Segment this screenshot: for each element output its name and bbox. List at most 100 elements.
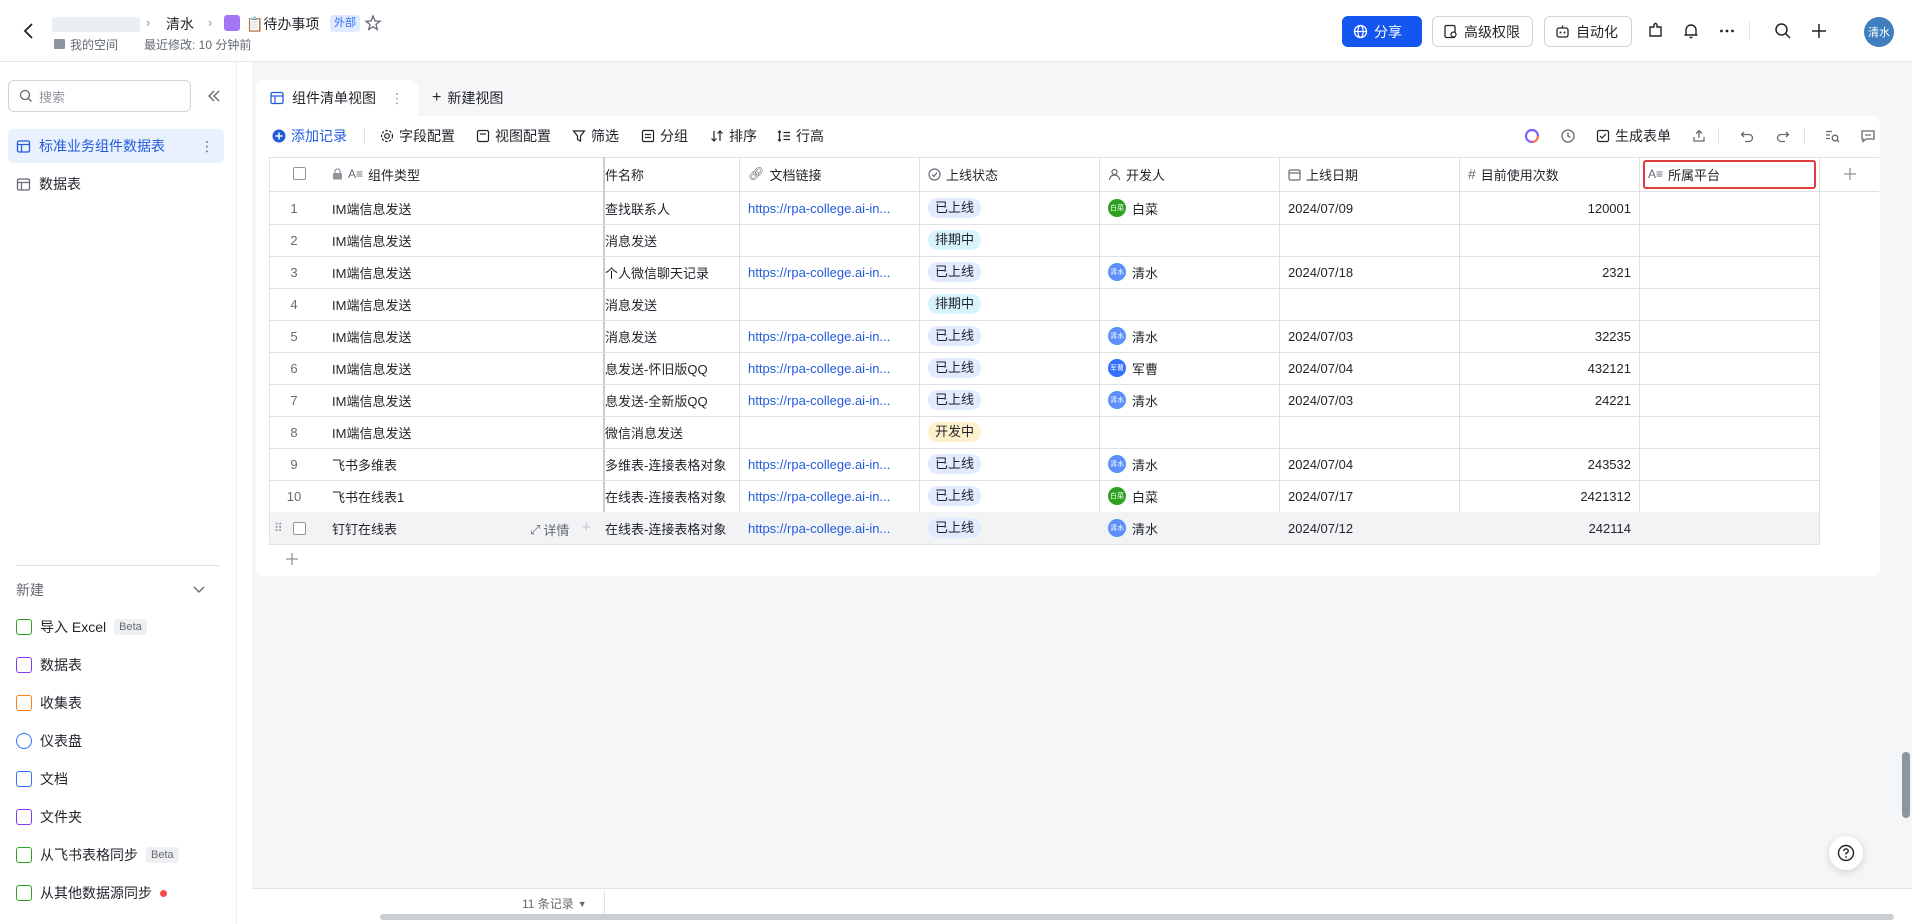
automation-button[interactable]: 自动化 <box>1544 16 1632 47</box>
cell-usage[interactable] <box>1460 288 1639 320</box>
star-icon[interactable] <box>364 14 382 32</box>
cell-type[interactable]: IM端信息发送 <box>324 352 524 384</box>
group-button[interactable]: 分组 <box>641 126 688 146</box>
sidebar-search-input[interactable]: 搜索 <box>8 80 191 112</box>
cell-developer[interactable]: 清水 清水 <box>1100 384 1279 416</box>
advanced-permission-button[interactable]: 高级权限 <box>1432 16 1533 47</box>
column-header-status[interactable]: 上线状态 <box>920 157 1099 191</box>
field-config-button[interactable]: 字段配置 <box>380 126 455 146</box>
cell-date[interactable] <box>1280 416 1459 448</box>
cell-status[interactable]: 已上线 <box>920 512 1099 544</box>
cell-status[interactable]: 已上线 <box>920 480 1099 512</box>
undo-icon[interactable] <box>1737 126 1757 146</box>
column-header-type[interactable]: A≡ 组件类型 <box>324 157 602 191</box>
plus-icon[interactable] <box>1808 20 1830 42</box>
cell-platform[interactable] <box>1640 384 1819 416</box>
search-records-icon[interactable] <box>1822 126 1842 146</box>
cell-name[interactable]: 在线表-连接表格对象 <box>605 480 739 512</box>
cell-link[interactable]: https://rpa-college.ai-in... <box>740 448 919 480</box>
cell-status[interactable]: 已上线 <box>920 192 1099 224</box>
column-header-developer[interactable]: 开发人 <box>1100 157 1279 191</box>
cell-developer[interactable]: 白菜 白菜 <box>1100 192 1279 224</box>
view-config-button[interactable]: 视图配置 <box>476 126 551 146</box>
new-import-excel[interactable]: 导入 Excel Beta <box>8 611 224 643</box>
tab-component-list-view[interactable]: 组件清单视图 ⋮ <box>256 80 418 116</box>
cell-status[interactable]: 已上线 <box>920 352 1099 384</box>
cell-platform[interactable] <box>1640 352 1819 384</box>
new-document[interactable]: 文档 <box>8 763 224 795</box>
cell-name[interactable]: 查找联系人 <box>605 192 739 224</box>
cell-usage[interactable]: 242114 <box>1460 512 1639 544</box>
export-share-icon[interactable] <box>1689 126 1709 146</box>
cell-platform[interactable] <box>1640 288 1819 320</box>
cell-usage[interactable]: 2421312 <box>1460 480 1639 512</box>
row-height-button[interactable]: 行高 <box>777 126 824 146</box>
cell-date[interactable]: 2024/07/18 <box>1280 256 1459 288</box>
cell-type[interactable]: 钉钉在线表 <box>324 512 524 544</box>
cell-platform[interactable] <box>1640 512 1819 544</box>
cell-type[interactable]: IM端信息发送 <box>324 320 524 352</box>
cell-platform[interactable] <box>1640 320 1819 352</box>
column-header-name[interactable]: 件名称 <box>605 157 739 191</box>
breadcrumb-parent[interactable]: 清水 <box>166 14 194 34</box>
cell-usage[interactable]: 32235 <box>1460 320 1639 352</box>
cell-name[interactable]: 微信消息发送 <box>605 416 739 448</box>
cell-platform[interactable] <box>1640 448 1819 480</box>
new-folder[interactable]: 文件夹 <box>8 801 224 833</box>
new-form[interactable]: 收集表 <box>8 687 224 719</box>
cell-link[interactable]: https://rpa-college.ai-in... <box>740 480 919 512</box>
generate-form-button[interactable]: 生成表单 <box>1596 126 1671 146</box>
cell-usage[interactable]: 243532 <box>1460 448 1639 480</box>
cell-usage[interactable]: 2321 <box>1460 256 1639 288</box>
add-row-icon[interactable] <box>282 549 302 569</box>
cell-name[interactable]: 在线表-连接表格对象 <box>605 512 739 544</box>
cell-type[interactable]: 飞书多维表 <box>324 448 524 480</box>
cell-date[interactable] <box>1280 224 1459 256</box>
sidebar-item-data-table[interactable]: 数据表 <box>8 167 224 201</box>
cell-usage[interactable] <box>1460 224 1639 256</box>
cell-developer[interactable]: 白菜 白菜 <box>1100 480 1279 512</box>
user-avatar[interactable]: 清水 <box>1864 17 1894 47</box>
share-button[interactable]: 分享 <box>1342 16 1422 47</box>
cell-platform[interactable] <box>1640 192 1819 224</box>
plugin-icon[interactable] <box>1645 20 1667 42</box>
column-header-usage[interactable]: # 目前使用次数 <box>1460 157 1639 191</box>
cell-type[interactable]: IM端信息发送 <box>324 416 524 448</box>
new-dashboard[interactable]: 仪表盘 <box>8 725 224 757</box>
cell-developer[interactable]: 清水 清水 <box>1100 448 1279 480</box>
cell-link[interactable]: https://rpa-college.ai-in... <box>740 320 919 352</box>
cell-date[interactable]: 2024/07/03 <box>1280 384 1459 416</box>
cell-link[interactable]: https://rpa-college.ai-in... <box>740 256 919 288</box>
column-header-link[interactable]: 🔗︎ 文档链接 <box>740 157 919 191</box>
cell-date[interactable] <box>1280 288 1459 320</box>
cell-developer[interactable] <box>1100 224 1279 256</box>
more-options-icon[interactable] <box>1716 20 1738 42</box>
cell-date[interactable]: 2024/07/17 <box>1280 480 1459 512</box>
cell-status[interactable]: 已上线 <box>920 320 1099 352</box>
help-button[interactable] <box>1829 836 1863 870</box>
sort-button[interactable]: 排序 <box>710 126 757 146</box>
view-more-icon[interactable]: ⋮ <box>390 90 404 107</box>
horizontal-scrollbar[interactable] <box>380 914 1894 920</box>
page-title[interactable]: 📋待办事项 <box>246 14 319 34</box>
cell-link[interactable]: https://rpa-college.ai-in... <box>740 192 919 224</box>
cell-status[interactable]: 已上线 <box>920 256 1099 288</box>
filter-button[interactable]: 筛选 <box>572 126 619 146</box>
cell-name[interactable]: 息发送-怀旧版QQ <box>605 352 739 384</box>
column-header-date[interactable]: 上线日期 <box>1280 157 1459 191</box>
comment-icon[interactable] <box>1858 126 1878 146</box>
ai-assistant-icon[interactable] <box>1522 126 1542 146</box>
cell-type[interactable]: IM端信息发送 <box>324 256 524 288</box>
cell-date[interactable]: 2024/07/04 <box>1280 448 1459 480</box>
bell-icon[interactable] <box>1680 20 1702 42</box>
cell-date[interactable]: 2024/07/12 <box>1280 512 1459 544</box>
cell-platform[interactable] <box>1640 256 1819 288</box>
search-icon[interactable] <box>1772 20 1794 42</box>
cell-developer[interactable]: 清水 清水 <box>1100 256 1279 288</box>
cell-type[interactable]: IM端信息发送 <box>324 224 524 256</box>
cell-date[interactable]: 2024/07/04 <box>1280 352 1459 384</box>
expand-detail-button[interactable]: ⤢ 详情 <box>530 520 569 539</box>
row-checkbox[interactable] <box>293 522 306 535</box>
cell-date[interactable]: 2024/07/09 <box>1280 192 1459 224</box>
cell-name[interactable]: 多维表-连接表格对象 <box>605 448 739 480</box>
